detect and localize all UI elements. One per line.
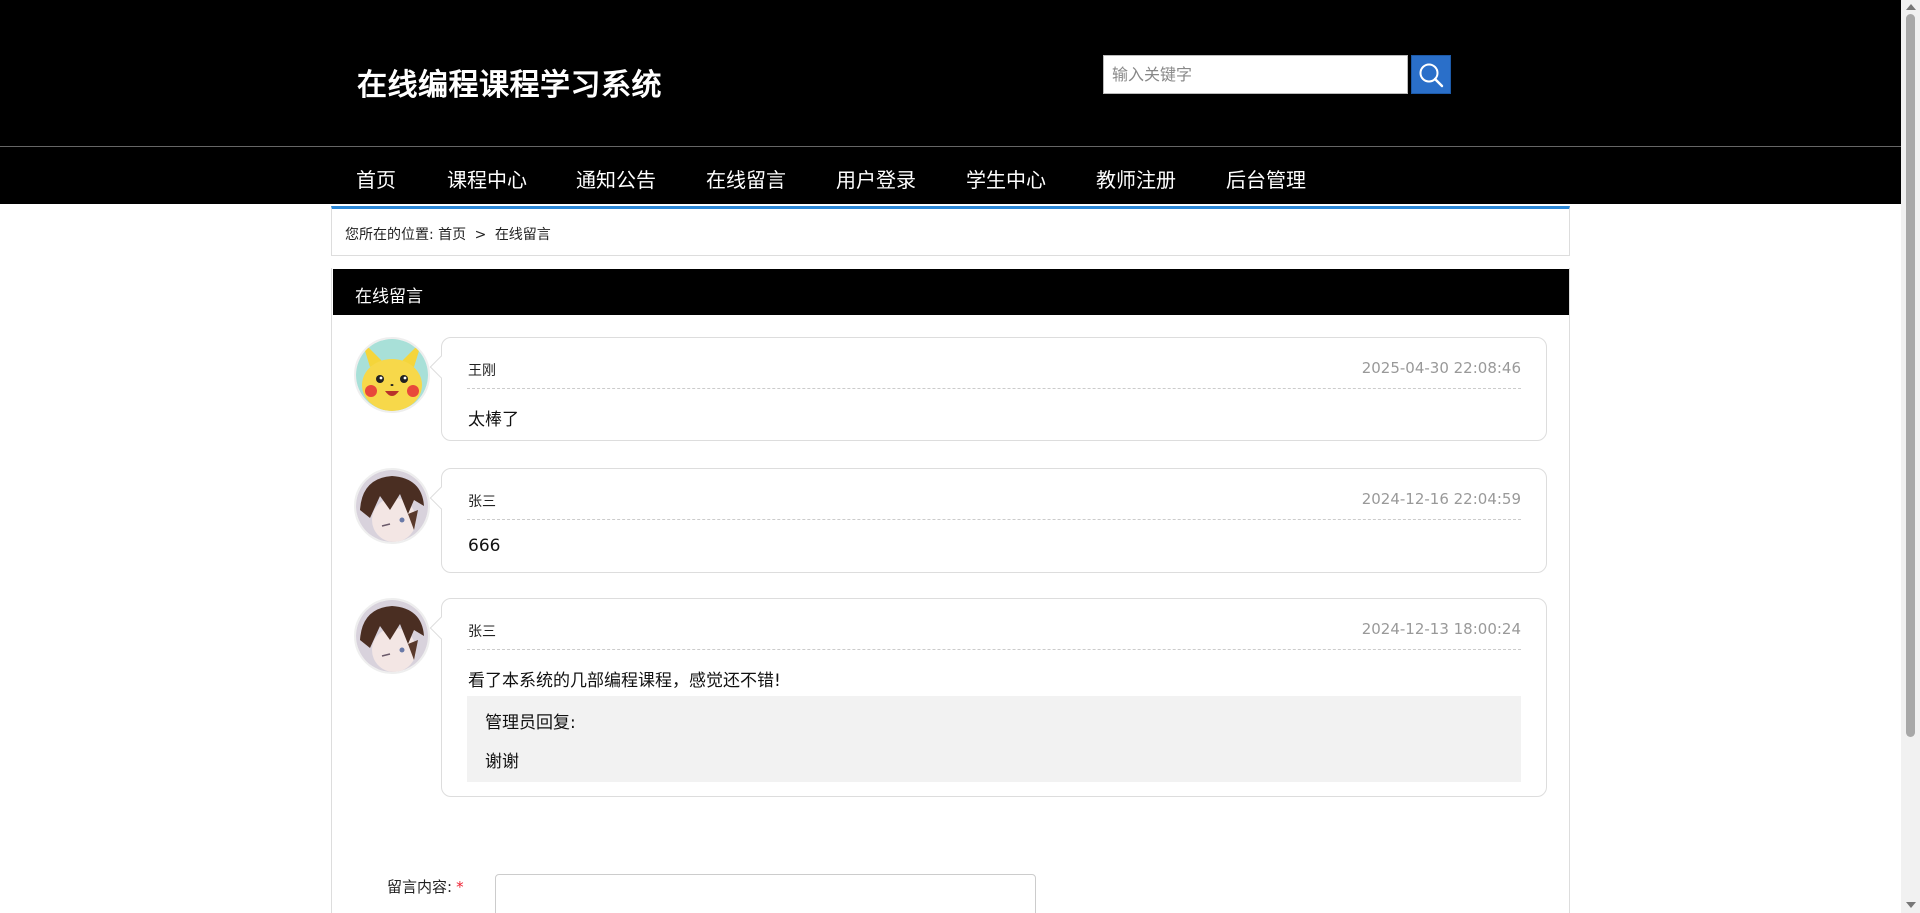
message-card: 张三 2024-12-16 22:04:59 666	[441, 468, 1547, 573]
panel-header: 在线留言	[333, 269, 1569, 315]
scroll-up-arrow-icon[interactable]	[1906, 4, 1916, 10]
breadcrumb-home-link[interactable]: 首页	[438, 227, 466, 243]
nav-item-admin[interactable]: 后台管理	[1226, 164, 1306, 193]
message-card: 王刚 2025-04-30 22:08:46 太棒了	[441, 337, 1547, 441]
admin-reply-content: 谢谢	[485, 752, 519, 772]
message-user: 王刚	[468, 363, 496, 379]
site-title: 在线编程课程学习系统	[357, 68, 662, 103]
anime-boy-avatar	[354, 468, 430, 544]
nav-item-login[interactable]: 用户登录	[836, 164, 916, 193]
content-field-label: 留言内容: *	[387, 876, 464, 897]
nav-item-courses[interactable]: 课程中心	[447, 164, 527, 193]
breadcrumb: 您所在的位置: 首页 > 在线留言	[331, 206, 1570, 256]
message-time: 2025-04-30 22:08:46	[1361, 359, 1521, 377]
search-button[interactable]	[1411, 55, 1451, 94]
pikachu-avatar	[354, 337, 430, 413]
site-header: 在线编程课程学习系统	[0, 0, 1901, 146]
scrollbar-thumb[interactable]	[1906, 14, 1915, 737]
main-nav: 首页 课程中心 通知公告 在线留言 用户登录 学生中心 教师注册 后台管理	[0, 147, 1901, 204]
message-divider	[467, 519, 1521, 520]
message-content: 看了本系统的几部编程课程，感觉还不错!	[468, 671, 781, 691]
message-user: 张三	[468, 494, 496, 510]
message-card: 张三 2024-12-13 18:00:24 看了本系统的几部编程课程，感觉还不…	[441, 598, 1547, 797]
breadcrumb-prefix: 您所在的位置:	[345, 227, 434, 243]
page-scrollbar[interactable]	[1901, 0, 1920, 913]
message-divider	[467, 388, 1521, 389]
required-mark: *	[456, 878, 464, 896]
message-user: 张三	[468, 624, 496, 640]
message-time: 2024-12-16 22:04:59	[1361, 490, 1521, 508]
search-input[interactable]	[1103, 55, 1408, 94]
nav-item-home[interactable]: 首页	[356, 164, 396, 193]
nav-item-student-center[interactable]: 学生中心	[966, 164, 1046, 193]
search-icon	[1419, 63, 1444, 87]
scroll-down-arrow-icon[interactable]	[1906, 902, 1916, 908]
message-time: 2024-12-13 18:00:24	[1361, 620, 1521, 638]
content-label-text: 留言内容:	[387, 878, 453, 896]
message-divider	[467, 649, 1521, 650]
nav-item-messages[interactable]: 在线留言	[706, 164, 786, 193]
message-content: 666	[468, 536, 501, 556]
message-content-input[interactable]	[495, 874, 1036, 913]
breadcrumb-current: 在线留言	[494, 227, 551, 243]
admin-reply-label: 管理员回复:	[485, 713, 576, 733]
admin-reply: 管理员回复: 谢谢	[467, 696, 1521, 782]
panel-title: 在线留言	[355, 287, 423, 307]
breadcrumb-separator: >	[474, 227, 487, 243]
message-content: 太棒了	[468, 410, 519, 430]
anime-boy-avatar	[354, 598, 430, 674]
nav-item-teacher-register[interactable]: 教师注册	[1096, 164, 1176, 193]
nav-item-notices[interactable]: 通知公告	[576, 164, 656, 193]
